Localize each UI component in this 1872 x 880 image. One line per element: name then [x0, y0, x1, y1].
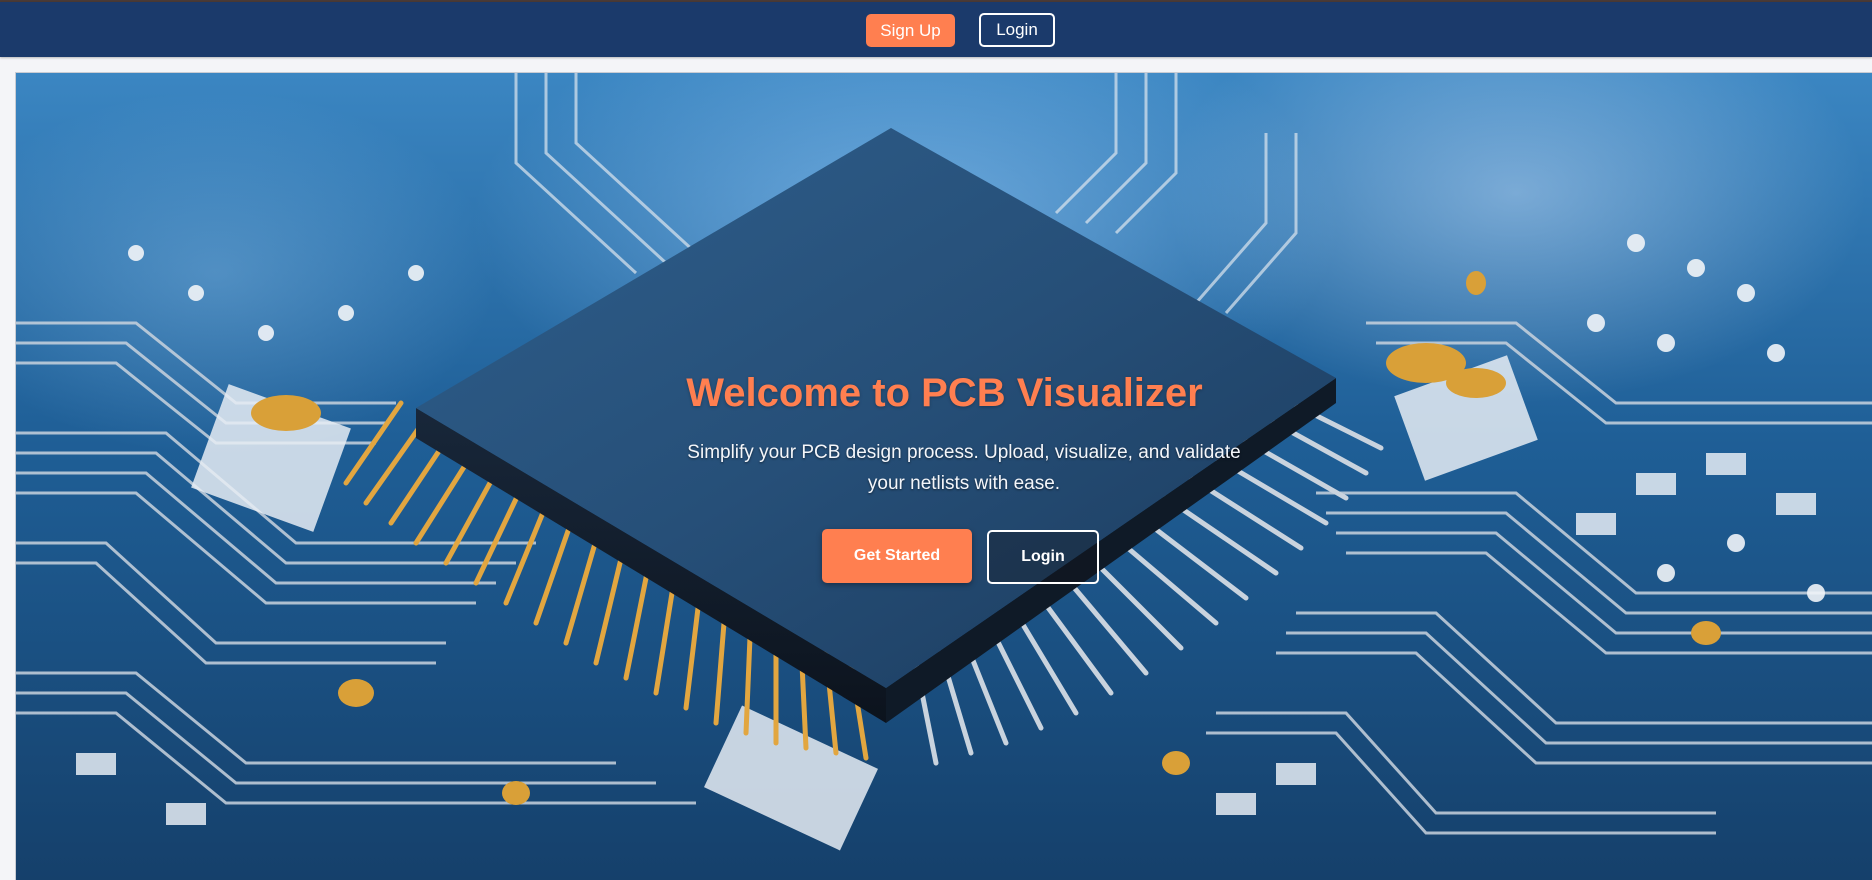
hero-title: Welcome to PCB Visualizer [686, 371, 1203, 415]
hero-login-button[interactable]: Login [987, 530, 1099, 584]
navbar-login-button[interactable]: Login [979, 13, 1055, 47]
navbar: Sign Up Login [0, 2, 1872, 57]
hero-subtitle: Simplify your PCB design process. Upload… [687, 442, 1241, 494]
signup-button[interactable]: Sign Up [866, 14, 955, 47]
hero-content: Welcome to PCB Visualizer Simplify your … [16, 73, 1872, 880]
hero-section: Welcome to PCB Visualizer Simplify your … [15, 72, 1872, 880]
get-started-button[interactable]: Get Started [822, 529, 972, 583]
